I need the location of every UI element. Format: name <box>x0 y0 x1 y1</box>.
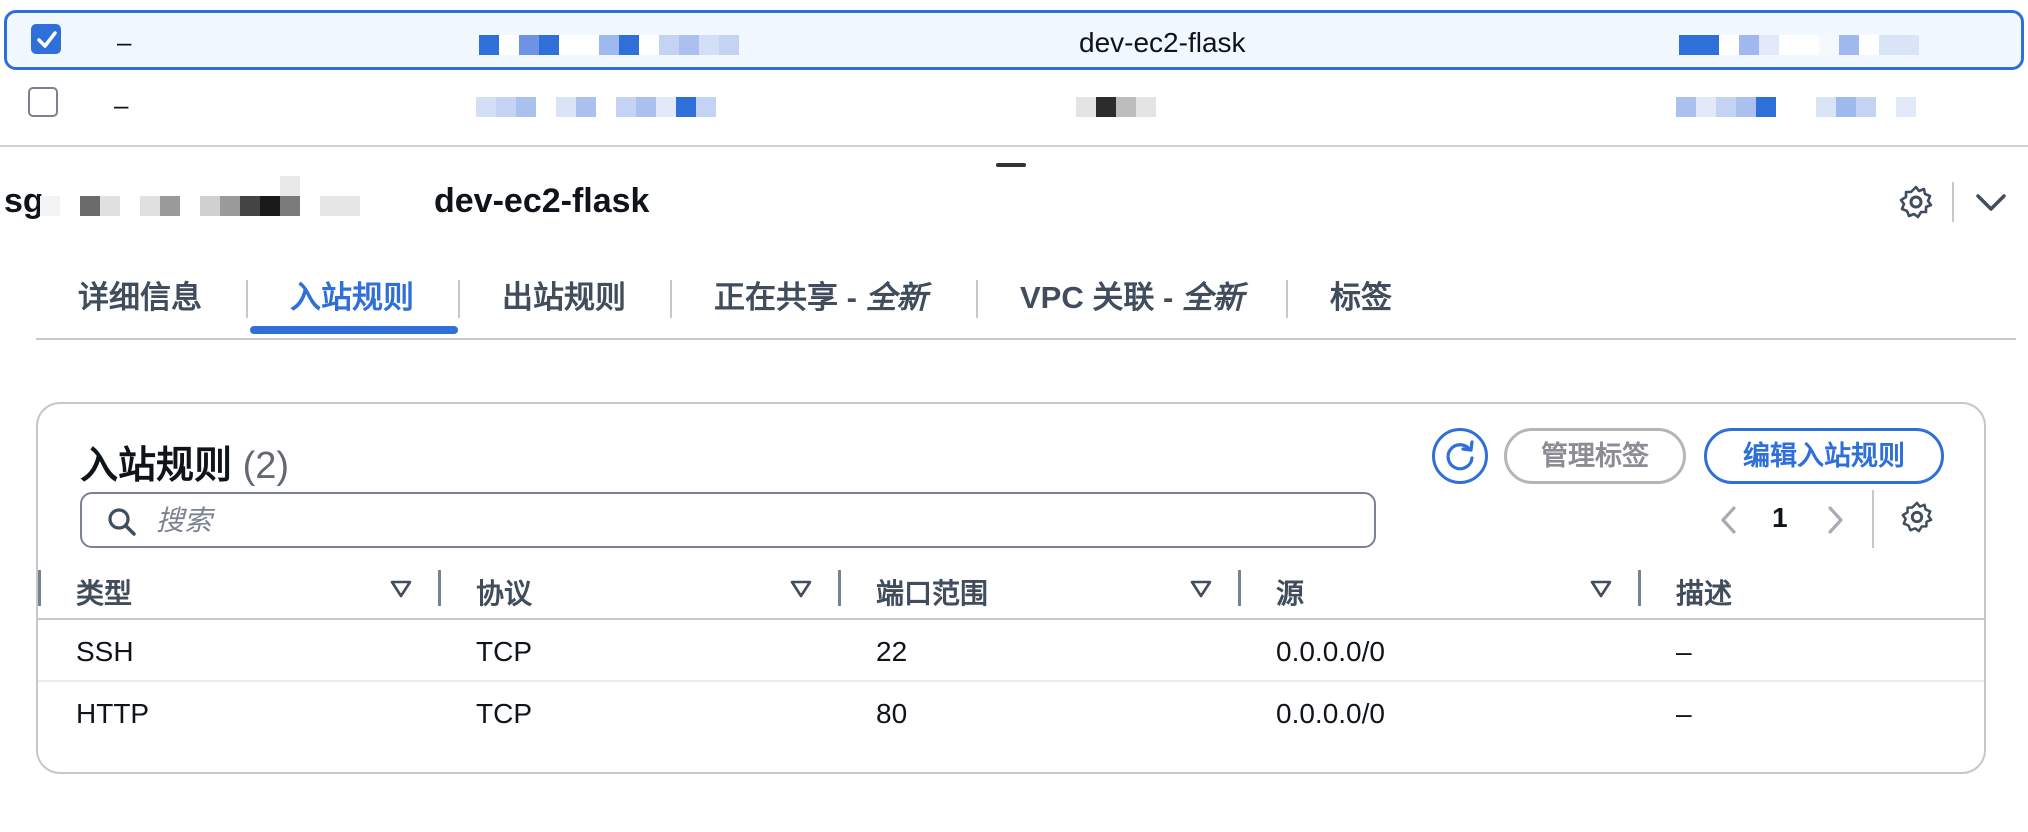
cell-source: 0.0.0.0/0 <box>1276 636 1385 667</box>
chevron-down-icon[interactable] <box>1974 190 2008 219</box>
column-header-port-range[interactable]: 端口范围 <box>876 572 988 612</box>
column-divider <box>38 570 41 606</box>
column-header-description[interactable]: 描述 <box>1676 572 1732 612</box>
tab-separator <box>246 280 248 318</box>
row-checkbox-checked[interactable] <box>31 24 61 54</box>
sort-icon[interactable] <box>1190 580 1212 603</box>
tab-separator <box>458 280 460 318</box>
panel-title: 入站规则 (2) <box>80 434 289 489</box>
instance-name: dev-ec2-flask <box>1079 27 1246 58</box>
header-divider <box>1952 182 1954 222</box>
column-divider <box>838 570 841 606</box>
cell-description: – <box>1676 698 1692 729</box>
column-divider <box>1638 570 1641 606</box>
manage-tags-button[interactable]: 管理标签 <box>1504 428 1686 484</box>
column-divider <box>438 570 441 606</box>
cell-description: – <box>1676 636 1692 667</box>
active-tab-indicator <box>250 326 458 334</box>
search-input[interactable] <box>154 502 1358 540</box>
gear-icon[interactable] <box>1898 184 1934 225</box>
pagination-current-page[interactable]: 1 <box>1772 502 1788 534</box>
redacted-block <box>60 176 300 196</box>
sort-icon[interactable] <box>790 580 812 603</box>
row-dash: – <box>117 27 132 57</box>
tab-sharing[interactable]: 正在共享 - 全新 <box>714 270 928 326</box>
table-settings-gear-icon[interactable] <box>1900 500 1934 539</box>
edit-inbound-rules-button[interactable]: 编辑入站规则 <box>1704 428 1944 484</box>
instance-row-selected[interactable]: – dev-ec2-flask <box>4 10 2024 70</box>
tab-vpc-associations[interactable]: VPC 关联 - 全新 <box>1020 270 1244 326</box>
column-header-source[interactable]: 源 <box>1276 572 1304 612</box>
tab-vpc-new-badge: 全新 <box>1181 280 1244 315</box>
rules-count: (2) <box>242 445 290 487</box>
refresh-button[interactable] <box>1432 428 1488 484</box>
sort-icon[interactable] <box>1590 580 1612 603</box>
cell-port-range: 80 <box>876 698 908 729</box>
cell-protocol: TCP <box>476 698 532 729</box>
sort-icon[interactable] <box>390 580 412 603</box>
instance-row[interactable]: – <box>0 73 2028 135</box>
cell-type: HTTP <box>76 698 150 729</box>
column-divider <box>1238 570 1241 606</box>
cell-source: 0.0.0.0/0 <box>1276 698 1385 729</box>
cell-type: SSH <box>76 636 134 667</box>
redacted-block <box>40 196 360 216</box>
pagination-prev-icon[interactable] <box>1714 502 1744 538</box>
cell-protocol: TCP <box>476 636 532 667</box>
pagination-divider <box>1872 490 1874 548</box>
redacted-block <box>476 97 716 117</box>
split-panel-drag-handle[interactable] <box>996 163 1026 167</box>
tab-separator <box>976 280 978 318</box>
refresh-icon <box>1446 440 1474 471</box>
column-header-protocol[interactable]: 协议 <box>476 572 532 612</box>
tab-sharing-label: 正在共享 - <box>714 280 866 315</box>
instance-list: – dev-ec2-flask – <box>0 0 2028 147</box>
tab-inbound-rules[interactable]: 入站规则 <box>290 270 414 326</box>
inbound-rules-panel: 入站规则 (2) 管理标签 编辑入站规则 1 类型 协议 端口范围 源 描述 <box>36 402 1986 774</box>
security-group-name: dev-ec2-flask <box>434 182 650 220</box>
tab-sharing-new-badge: 全新 <box>865 280 928 315</box>
tab-separator <box>1286 280 1288 318</box>
row-checkbox[interactable] <box>28 87 58 117</box>
tab-details[interactable]: 详细信息 <box>78 270 202 326</box>
search-box[interactable] <box>80 492 1376 548</box>
tab-vpc-label: VPC 关联 - <box>1020 280 1182 315</box>
panel-title-text: 入站规则 <box>80 445 233 487</box>
redacted-block <box>1676 97 1916 117</box>
tab-tags[interactable]: 标签 <box>1330 270 1392 326</box>
row-dash: – <box>114 90 129 120</box>
table-row[interactable]: SSH TCP 22 0.0.0.0/0 – <box>38 620 1984 682</box>
table-row[interactable]: HTTP TCP 80 0.0.0.0/0 – <box>38 682 1984 742</box>
redacted-block <box>479 35 739 55</box>
column-header-type[interactable]: 类型 <box>76 572 132 612</box>
pagination-next-icon[interactable] <box>1820 502 1850 538</box>
redacted-block <box>1076 97 1156 117</box>
cell-port-range: 22 <box>876 636 908 667</box>
row-underline <box>803 67 1675 70</box>
search-icon <box>108 508 136 536</box>
row-underline <box>463 67 803 70</box>
redacted-block <box>1679 35 1919 55</box>
tab-separator <box>670 280 672 318</box>
tab-outbound-rules[interactable]: 出站规则 <box>502 270 626 326</box>
table-header: 类型 协议 端口范围 源 描述 <box>38 568 1984 620</box>
